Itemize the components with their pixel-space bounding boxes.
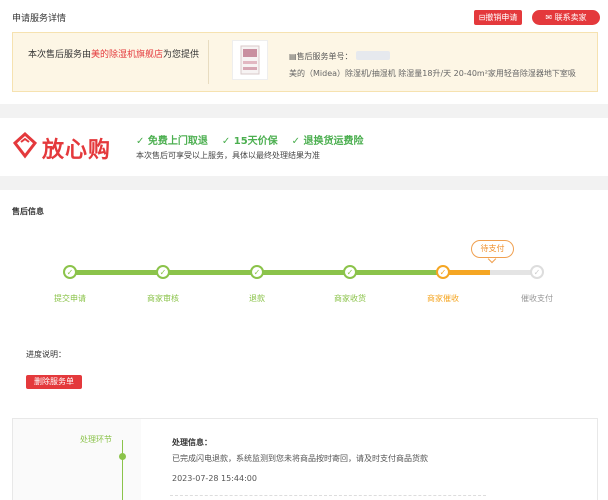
page-title: 申请服务详情 [12, 14, 67, 24]
service-number-label: ▤售后服务单号： [289, 51, 353, 62]
step-label-submit: 提交申请 [54, 294, 86, 303]
step-label-refund: 退款 [249, 294, 265, 303]
step-label-review: 商家审核 [147, 294, 179, 303]
fangxin-logo-text: 放心购 [42, 138, 112, 163]
timeline-line [122, 440, 123, 500]
process-stage-label: 处理环节 [80, 435, 112, 444]
process-divider [170, 495, 486, 496]
cancel-request-label: 撤销申请 [485, 13, 518, 22]
fangxin-benefits: ✓ 免费上门取退 ✓ 15天价保 ✓ 退换货运费险 [136, 132, 378, 147]
benefit-price-protect: ✓ 15天价保 [221, 136, 278, 147]
progress-description-label: 进度说明： [26, 350, 66, 359]
step-node-submit: ✓ [63, 265, 77, 279]
provider-prefix: 本次售后服务由 [28, 50, 92, 60]
contact-seller-label: 联系卖家 [554, 13, 587, 22]
benefit-return-insurance: ✓ 退换货运费险 [291, 136, 364, 147]
timeline-dot [119, 453, 126, 460]
step-node-refund: ✓ [250, 265, 264, 279]
fangxin-note: 本次售后可享受以上服务，具体以最终处理结果为准 [136, 151, 320, 160]
process-timestamp: 2023-07-28 15:44:00 [172, 474, 257, 483]
step-label-received: 商家收货 [334, 294, 366, 303]
step-node-pay: ✓ [530, 265, 544, 279]
product-name[interactable]: 美的（Midea）除湿机/抽湿机 除湿量18升/天 20-40m²家用轻音除湿器… [289, 68, 576, 79]
chat-icon: ✉ [545, 13, 555, 22]
delete-service-order-button[interactable]: 删除服务单 [26, 375, 82, 389]
cancel-request-button[interactable]: ⊟撤销申请 [474, 10, 522, 25]
section-title: 售后信息 [12, 207, 44, 216]
benefit-free-pickup: ✓ 免费上门取退 [136, 136, 208, 147]
step-node-received: ✓ [343, 265, 357, 279]
service-icon: ▤ [289, 52, 297, 61]
step-label-pay: 催收支付 [521, 294, 553, 303]
service-number-masked [356, 51, 390, 60]
step-label-urge: 商家催收 [427, 294, 459, 303]
step-node-review: ✓ [156, 265, 170, 279]
step-node-urge: ✓ [436, 265, 450, 279]
store-link[interactable]: 美的除湿机旗舰店 [91, 50, 163, 60]
process-info-text: 已完成闪电退款，系统监测到您未将商品按时寄回，请及时支付商品货款 [172, 454, 428, 463]
pending-payment-badge: 待支付 [471, 240, 514, 258]
service-provider-text: 本次售后服务由美的除湿机旗舰店为您提供 [28, 47, 218, 64]
contact-seller-button[interactable]: ✉ 联系卖家 [532, 10, 600, 25]
process-info-heading: 处理信息： [172, 438, 212, 447]
progress-current-segment [443, 270, 490, 275]
product-thumbnail[interactable] [232, 40, 268, 80]
service-number-text: 售后服务单号： [296, 52, 353, 61]
banner-divider [208, 40, 209, 84]
provider-suffix: 为您提供 [163, 50, 200, 60]
